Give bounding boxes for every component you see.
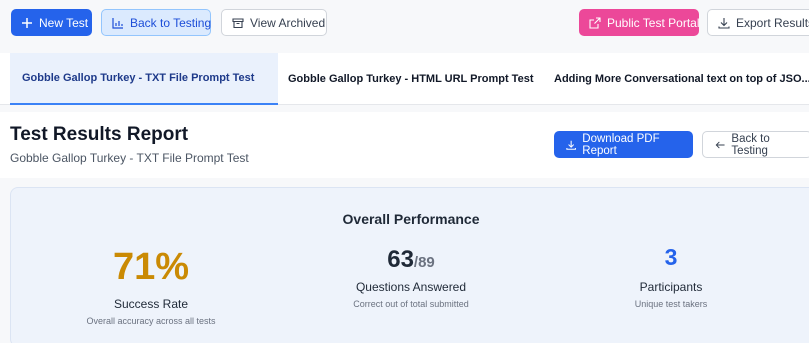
questions-answered-label: Questions Answered bbox=[355, 280, 467, 294]
page-subtitle: Gobble Gallop Turkey - TXT File Prompt T… bbox=[10, 151, 249, 165]
tab-conversational-text-json[interactable]: Adding More Conversational text on top o… bbox=[554, 53, 809, 105]
export-results-button[interactable]: Export Results bbox=[707, 9, 809, 36]
download-icon bbox=[566, 140, 576, 150]
external-link-icon bbox=[589, 16, 601, 29]
download-icon bbox=[718, 17, 730, 29]
export-results-label: Export Results bbox=[736, 15, 809, 30]
success-rate-desc: Overall accuracy across all tests bbox=[86, 316, 216, 326]
archive-icon bbox=[232, 17, 244, 28]
success-rate-label: Success Rate bbox=[113, 297, 189, 311]
questions-answered-desc: Correct out of total submitted bbox=[353, 299, 469, 309]
tab-label: Adding More Conversational text on top o… bbox=[554, 73, 809, 85]
public-test-portal-label: Public Test Portal bbox=[607, 15, 700, 30]
participants-desc: Unique test takers bbox=[634, 299, 708, 309]
view-archived-button[interactable]: View Archived bbox=[221, 9, 327, 36]
tab-label: Gobble Gallop Turkey - HTML URL Prompt T… bbox=[288, 73, 534, 85]
download-pdf-label: Download PDF Report bbox=[582, 132, 660, 157]
test-tabs: Gobble Gallop Turkey - TXT File Prompt T… bbox=[0, 53, 809, 105]
new-test-label: New Test bbox=[39, 15, 89, 30]
toolbar: New Test Back to Testing View Archived P… bbox=[0, 0, 809, 46]
page-title: Test Results Report bbox=[10, 124, 189, 145]
participants-label: Participants bbox=[639, 280, 703, 294]
tab-txt-file-prompt-test[interactable]: Gobble Gallop Turkey - TXT File Prompt T… bbox=[10, 53, 278, 105]
back-to-testing-label: Back to Testing bbox=[130, 15, 212, 30]
new-test-button[interactable]: New Test bbox=[11, 9, 92, 36]
back-to-testing-secondary-button[interactable]: Back to Testing bbox=[702, 131, 809, 158]
download-pdf-button[interactable]: Download PDF Report bbox=[554, 131, 693, 158]
questions-total: /89 bbox=[413, 254, 435, 271]
questions-answered-stat: 63/89 Questions Answered Correct out of … bbox=[291, 238, 531, 310]
performance-title: Overall Performance bbox=[342, 211, 480, 227]
tab-label: Gobble Gallop Turkey - TXT File Prompt T… bbox=[22, 72, 255, 84]
overall-performance-card: Overall Performance 71% Success Rate Ove… bbox=[10, 187, 809, 343]
bar-chart-icon bbox=[112, 17, 123, 29]
arrow-left-icon bbox=[715, 141, 725, 148]
success-rate-value: 71% bbox=[112, 246, 190, 288]
back-to-testing-secondary-label: Back to Testing bbox=[731, 132, 770, 157]
success-rate-stat: 71% Success Rate Overall accuracy across… bbox=[31, 238, 271, 326]
participants-stat: 3 Participants Unique test takers bbox=[551, 238, 791, 310]
tab-html-url-prompt-test[interactable]: Gobble Gallop Turkey - HTML URL Prompt T… bbox=[288, 53, 533, 105]
public-test-portal-button[interactable]: Public Test Portal bbox=[579, 9, 700, 36]
questions-correct: 63 bbox=[387, 246, 414, 273]
plus-icon bbox=[22, 17, 32, 28]
questions-answered-value: 63/89 bbox=[291, 248, 531, 280]
participants-value: 3 bbox=[664, 244, 678, 270]
back-to-testing-button[interactable]: Back to Testing bbox=[101, 9, 211, 36]
view-archived-label: View Archived bbox=[250, 15, 326, 30]
